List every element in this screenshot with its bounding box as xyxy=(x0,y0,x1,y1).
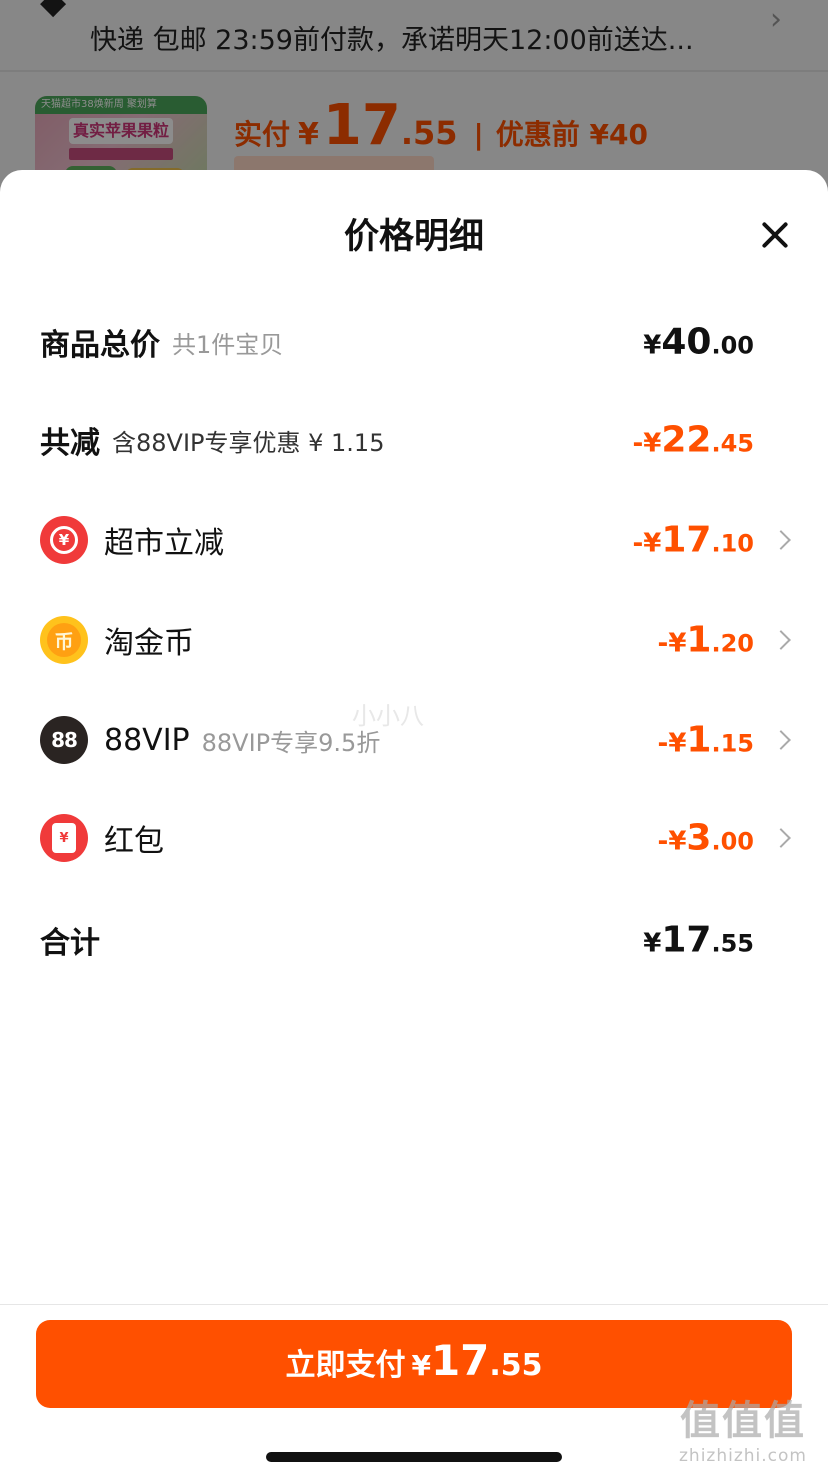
amount-decimal: .10 xyxy=(711,529,754,558)
row-amount: -¥ 1 .20 xyxy=(658,620,754,661)
row-grand-total: 合计 ¥ 17 .55 xyxy=(40,910,790,970)
vip-glyph: 88 xyxy=(51,728,78,752)
vip-icon: 88 xyxy=(40,716,88,764)
envelope-glyph: ¥ xyxy=(52,823,76,853)
product-thumb-tagline xyxy=(69,148,173,160)
row-sub: 含88VIP专享优惠 ¥ 1.15 xyxy=(112,428,385,457)
amount-sign: -¥ xyxy=(632,428,662,459)
price-separator: | xyxy=(473,118,484,151)
location-icon: ◆ xyxy=(40,0,67,22)
amount-integer: 3 xyxy=(686,817,712,859)
home-indicator[interactable] xyxy=(266,1452,562,1462)
pay-button-currency: ¥ xyxy=(411,1349,431,1382)
amount-integer: 1 xyxy=(686,719,712,761)
chevron-right-icon[interactable] xyxy=(771,630,791,650)
row-gold-coin[interactable]: 币 淘金币 -¥ 1 .20 xyxy=(40,610,791,670)
row-label: 红包 xyxy=(104,824,164,859)
supermarket-discount-icon: ¥ xyxy=(40,516,88,564)
actual-pay-integer: 17 xyxy=(322,93,401,158)
amount-integer: 40 xyxy=(661,321,712,363)
pay-button-decimal: .55 xyxy=(489,1348,543,1383)
amount-integer: 1 xyxy=(686,619,712,661)
divider xyxy=(0,70,828,72)
amount-integer: 17 xyxy=(661,519,712,561)
chevron-right-icon[interactable] xyxy=(771,828,791,848)
chevron-right-icon[interactable] xyxy=(771,730,791,750)
row-sub: 共1件宝贝 xyxy=(172,330,284,359)
amount-decimal: .00 xyxy=(711,827,754,856)
actual-pay-label: 实付 xyxy=(234,118,291,151)
divider xyxy=(0,1304,828,1305)
watermark-logo: 值值值 xyxy=(680,1398,806,1444)
amount-sign: -¥ xyxy=(657,826,687,857)
amount-sign: -¥ xyxy=(657,628,687,659)
row-label: 超市立减 xyxy=(104,526,224,561)
chevron-right-icon: › xyxy=(770,2,782,37)
row-amount: -¥ 3 .00 xyxy=(658,818,754,859)
row-amount: -¥ 17 .10 xyxy=(632,520,754,561)
actual-pay-decimal: .55 xyxy=(400,114,458,152)
row-label: 共减 xyxy=(40,426,100,461)
pay-button-integer: 17 xyxy=(430,1336,490,1385)
row-label: 合计 xyxy=(40,926,100,961)
row-total-discount: 共减 含88VIP专享优惠 ¥ 1.15 -¥ 22 .45 xyxy=(40,410,790,470)
row-supermarket-discount[interactable]: ¥ 超市立减 -¥ 17 .10 xyxy=(40,510,791,570)
product-thumb-banner: 天猫超市38焕新周 聚划算 xyxy=(35,96,207,114)
row-red-packet[interactable]: ¥ 红包 -¥ 3 .00 xyxy=(40,808,791,868)
price-summary: 实付 ¥ 17 .55 | 优惠前 ¥40 xyxy=(234,98,648,154)
chevron-right-icon[interactable] xyxy=(771,530,791,550)
amount-integer: 17 xyxy=(661,919,712,961)
amount-decimal: .15 xyxy=(711,729,754,758)
amount-decimal: .55 xyxy=(711,929,754,958)
coin-glyph: 币 xyxy=(47,623,81,657)
watermark: 小小八 xyxy=(352,702,424,730)
site-watermark: 值值值 zhizhizhi.com xyxy=(670,1388,816,1466)
amount-sign: ¥ xyxy=(643,330,662,361)
watermark-url: zhizhizhi.com xyxy=(679,1446,807,1466)
pay-button-label: 立即支付 xyxy=(285,1348,406,1383)
yen-icon: ¥ xyxy=(50,526,78,554)
close-icon[interactable] xyxy=(756,216,794,254)
row-label: 淘金币 xyxy=(104,626,194,661)
amount-decimal: .00 xyxy=(711,331,754,360)
row-total-price: 商品总价 共1件宝贝 ¥ 40 .00 xyxy=(40,312,790,372)
red-packet-icon: ¥ xyxy=(40,814,88,862)
product-thumb-title: 真实苹果果粒 xyxy=(69,118,173,144)
amount-sign: ¥ xyxy=(643,928,662,959)
amount-sign: -¥ xyxy=(632,528,662,559)
row-amount: -¥ 1 .15 xyxy=(658,720,754,761)
amount-integer: 22 xyxy=(661,419,712,461)
amount-sign: -¥ xyxy=(657,728,687,759)
delivery-info: 快递 包邮 23:59前付款，承诺明天12:00前送达... xyxy=(90,25,694,56)
sheet-title: 价格明细 xyxy=(343,217,484,257)
amount-decimal: .45 xyxy=(711,429,754,458)
price-detail-sheet: 价格明细 商品总价 共1件宝贝 ¥ 40 .00 共减 含88VIP专享优惠 ¥… xyxy=(0,170,828,1480)
row-label: 88VIP xyxy=(104,722,190,758)
row-label: 商品总价 xyxy=(40,328,160,363)
gold-coin-icon: 币 xyxy=(40,616,88,664)
row-amount: ¥ 40 .00 xyxy=(643,322,754,363)
price-before-discount: 优惠前 ¥40 xyxy=(495,118,648,151)
row-amount: ¥ 17 .55 xyxy=(643,920,754,961)
row-amount: -¥ 22 .45 xyxy=(632,420,754,461)
currency-symbol: ¥ xyxy=(298,117,319,152)
amount-decimal: .20 xyxy=(711,629,754,658)
